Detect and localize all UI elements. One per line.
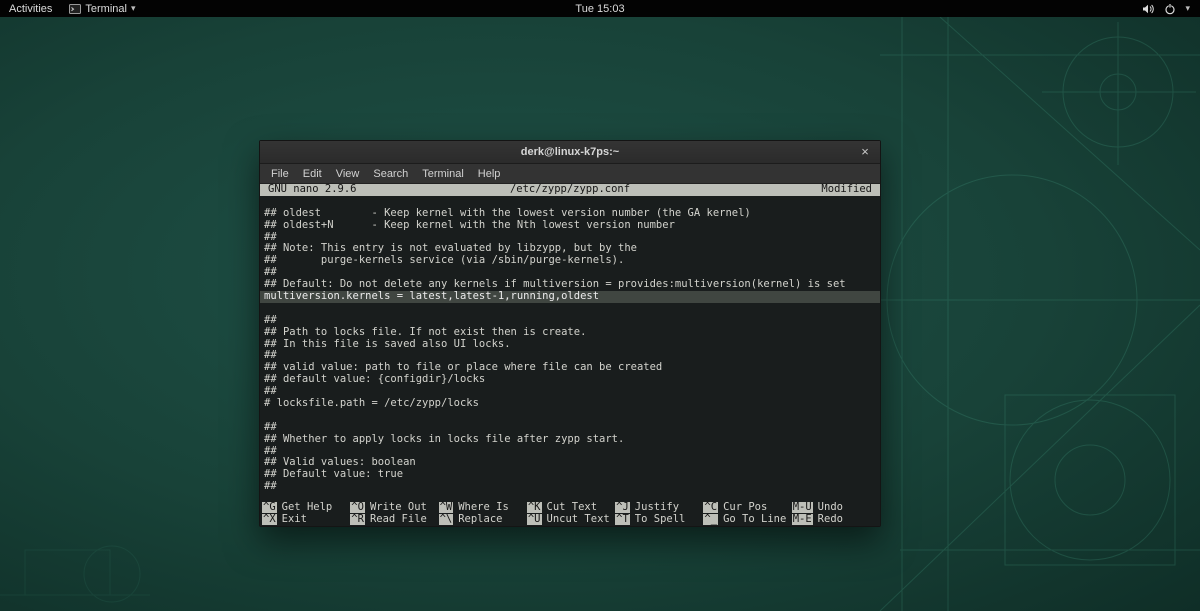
shortcut-label: Justify: [634, 502, 680, 514]
nano-version: GNU nano 2.9.6: [268, 184, 357, 195]
terminal-line: ## Whether to apply locks in locks file …: [264, 432, 625, 445]
menu-view[interactable]: View: [329, 168, 367, 180]
shortcut-key: ^G: [262, 502, 277, 514]
terminal-icon: [69, 3, 82, 15]
shortcut-label: Uncut Text: [546, 514, 610, 526]
menu-file[interactable]: File: [264, 168, 296, 180]
shortcut-label: Cut Text: [546, 502, 598, 514]
nano-header: GNU nano 2.9.6 /etc/zypp/zypp.conf Modif…: [260, 184, 880, 196]
volume-icon: [1142, 3, 1155, 15]
shortcut-key: M-U: [791, 502, 813, 514]
terminal-line: ## oldest+N - Keep kernel with the Nth l…: [264, 218, 675, 231]
shortcut-label: Get Help: [281, 502, 333, 514]
shortcut-exit: ^X Exit: [262, 514, 350, 526]
shortcut-cur-pos: ^C Cur Pos: [703, 502, 791, 514]
power-icon: [1164, 3, 1176, 15]
shortcut-key: ^U: [526, 514, 542, 526]
clock[interactable]: Tue 15:03: [575, 0, 624, 17]
nano-shortcut-row-1: ^G Get Help ^O Write Out ^W Where Is ^K Cut Tex…: [260, 502, 880, 514]
system-status-area[interactable]: ▾: [1142, 0, 1200, 17]
shortcut-key: ^J: [615, 502, 630, 514]
shortcut-get-help: ^G Get Help: [262, 502, 350, 514]
shortcut-key: ^W: [438, 502, 454, 514]
menu-search[interactable]: Search: [366, 168, 415, 180]
shortcut-label: To Spell: [634, 514, 686, 526]
shortcut-write-out: ^O Write Out: [350, 502, 438, 514]
terminal-line: ## oldest - Keep kernel with the lowest …: [264, 206, 751, 219]
menu-help[interactable]: Help: [471, 168, 508, 180]
shortcut-replace: ^\ Replace: [438, 514, 527, 526]
shortcut-redo: M-E Redo: [791, 514, 880, 526]
shortcut-undo: M-U Undo: [791, 502, 880, 514]
terminal-line: ##: [264, 480, 277, 493]
shortcut-cut-text: ^K Cut Text: [526, 502, 615, 514]
shortcut-uncut-text: ^U Uncut Text: [526, 514, 615, 526]
terminal-line: ##: [264, 420, 277, 433]
nano-filename: /etc/zypp/zypp.conf: [509, 184, 631, 195]
terminal-line: ## Default value: true: [264, 468, 404, 481]
app-menu-label: Terminal: [85, 2, 127, 15]
highlighted-line: multiversion.kernels = latest,latest-1,r…: [260, 290, 880, 303]
window-title: derk@linux-k7ps:~: [520, 146, 620, 158]
shortcut-where-is: ^W Where Is: [438, 502, 527, 514]
shortcut-label: Replace: [458, 514, 503, 526]
terminal-line: # locksfile.path = /etc/zypp/locks: [264, 397, 479, 410]
menubar: File Edit View Search Terminal Help: [260, 164, 880, 184]
shortcut-key: ^\: [438, 514, 454, 526]
shortcut-key: ^X: [262, 514, 277, 526]
shortcut-key: ^_: [703, 514, 719, 526]
terminal-line: ## In this file is saved also UI locks.: [264, 337, 511, 350]
terminal-line: ##: [264, 313, 277, 326]
shortcut-label: Cur Pos: [723, 502, 768, 514]
activities-button[interactable]: Activities: [0, 0, 61, 17]
nano-modified-flag: Modified: [821, 184, 872, 195]
shortcut-label: Read File: [369, 514, 427, 526]
menu-terminal[interactable]: Terminal: [415, 168, 471, 180]
shortcut-label: Redo: [817, 514, 843, 526]
app-menu[interactable]: Terminal ▾: [61, 0, 143, 17]
shortcut-key: ^K: [526, 502, 542, 514]
window-titlebar[interactable]: derk@linux-k7ps:~ ×: [260, 141, 880, 164]
nano-buffer: ## oldest - Keep kernel with the lowest …: [260, 196, 880, 502]
top-bar: Activities Terminal ▾ Tue 15:03 ▾: [0, 0, 1200, 17]
shortcut-go-to-line: ^_ Go To Line: [703, 514, 791, 526]
shortcut-key: ^T: [615, 514, 630, 526]
menu-edit[interactable]: Edit: [296, 168, 329, 180]
shortcut-label: Undo: [817, 502, 843, 514]
shortcut-label: Where Is: [458, 502, 509, 514]
terminal-line: ## default value: {configdir}/locks: [264, 373, 486, 386]
terminal-window: derk@linux-k7ps:~ × File Edit View Search Te…: [259, 140, 881, 527]
chevron-down-icon: ▾: [130, 3, 136, 13]
shortcut-label: Go To Line: [723, 514, 787, 526]
shortcut-to-spell: ^T To Spell: [615, 514, 703, 526]
terminal-line: ## purge-kernels service (via /sbin/purg…: [264, 254, 625, 267]
shortcut-label: Exit: [281, 514, 307, 526]
top-bar-left: Activities Terminal ▾: [0, 0, 144, 17]
chevron-down-icon: ▾: [1185, 3, 1190, 13]
shortcut-key: M-E: [791, 514, 813, 526]
shortcut-read-file: ^R Read File: [350, 514, 438, 526]
shortcut-key: ^R: [350, 514, 365, 526]
shortcut-label: Write Out: [369, 502, 427, 514]
shortcut-key: ^C: [703, 502, 719, 514]
terminal-line: ## Path to locks file. If not exist then…: [264, 325, 587, 338]
shortcut-key: ^O: [350, 502, 365, 514]
close-button[interactable]: ×: [856, 141, 874, 163]
terminal-content[interactable]: GNU nano 2.9.6 /etc/zypp/zypp.conf Modif…: [260, 184, 880, 526]
shortcut-justify: ^J Justify: [615, 502, 703, 514]
nano-shortcut-row-2: ^X Exit ^R Read File ^\ Replace ^U Uncut Text ^T…: [260, 514, 880, 526]
